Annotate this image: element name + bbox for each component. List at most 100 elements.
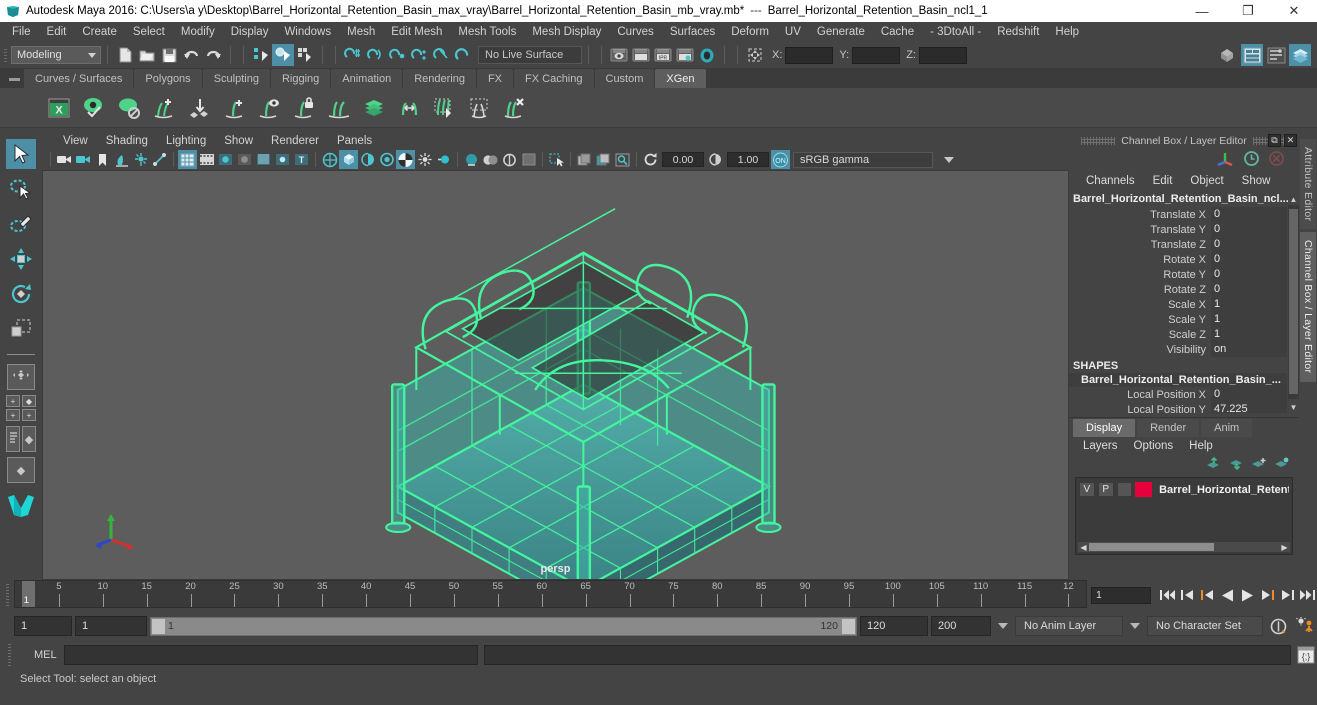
xgen-add-grow-icon[interactable]: [221, 95, 247, 121]
smooth-shade-all-icon[interactable]: [235, 150, 254, 169]
current-time-indicator[interactable]: 1: [21, 581, 35, 607]
step-forward-key-button[interactable]: [1278, 585, 1297, 605]
go-to-start-button[interactable]: [1158, 585, 1177, 605]
scroll-right-arrow-icon[interactable]: ▶: [1279, 543, 1290, 552]
z-axis-input[interactable]: [918, 46, 967, 64]
channelbox-menu-show[interactable]: Show: [1233, 174, 1280, 188]
channel-value[interactable]: 0: [1211, 237, 1287, 252]
step-back-key-button[interactable]: [1178, 585, 1197, 605]
layer-color-swatch[interactable]: [1135, 482, 1153, 497]
channel-box-scrollbar[interactable]: [1288, 205, 1299, 399]
select-region-icon[interactable]: [547, 150, 566, 169]
shelf-tab-sculpting[interactable]: Sculpting: [202, 69, 270, 88]
channelbox-menu-channels[interactable]: Channels: [1077, 174, 1144, 188]
layout-quad-tr[interactable]: ◆: [22, 395, 36, 407]
multisample-aa-icon[interactable]: [377, 150, 396, 169]
layer-menu-options[interactable]: Options: [1126, 439, 1182, 453]
anim-layer-selector[interactable]: No Anim Layer: [1015, 616, 1123, 636]
create-layer-from-selected-icon[interactable]: [1274, 457, 1289, 473]
xgen-lock-guide-icon[interactable]: [291, 95, 317, 121]
paste-view-icon[interactable]: [594, 150, 613, 169]
move-tool[interactable]: [6, 244, 36, 274]
channel-history-icon[interactable]: [1243, 150, 1260, 170]
panel-undock-icon[interactable]: ⧉: [1268, 134, 1281, 147]
render-settings-icon[interactable]: [674, 44, 696, 66]
toggle-xray-icon[interactable]: [131, 150, 150, 169]
layout-quad-br[interactable]: +: [22, 409, 36, 421]
command-line-grip[interactable]: [2, 644, 16, 666]
xgen-select-guides-icon[interactable]: [431, 95, 457, 121]
menu-uv[interactable]: UV: [777, 24, 809, 40]
chevron-down-icon[interactable]: [1130, 623, 1140, 629]
xgen-add-guides-icon[interactable]: [151, 95, 177, 121]
create-empty-layer-icon[interactable]: [1251, 457, 1266, 473]
color-management-toggle-icon[interactable]: ON: [771, 150, 790, 170]
close-button[interactable]: ✕: [1271, 0, 1317, 22]
reset-exposure-icon[interactable]: [641, 150, 660, 169]
channel-value[interactable]: 0: [1211, 252, 1287, 267]
panel-menu-show[interactable]: Show: [215, 134, 262, 148]
character-set-selector[interactable]: No Character Set: [1147, 616, 1263, 636]
channel-value[interactable]: 1: [1211, 327, 1287, 342]
layer-row[interactable]: V P Barrel_Horizontal_Retent: [1079, 481, 1289, 498]
menu-mesh-display[interactable]: Mesh Display: [524, 24, 609, 40]
new-scene-icon[interactable]: [114, 44, 136, 66]
xgen-preview-icon[interactable]: [81, 95, 107, 121]
menu-modify[interactable]: Modify: [173, 24, 223, 40]
panel-menu-lighting[interactable]: Lighting: [157, 134, 215, 148]
tab-display[interactable]: Display: [1073, 419, 1136, 437]
redo-icon[interactable]: [202, 44, 224, 66]
animation-preferences-icon[interactable]: [1293, 616, 1317, 636]
chevron-down-icon[interactable]: [998, 623, 1008, 629]
menu-3dtoall[interactable]: - 3DtoAll -: [922, 24, 989, 40]
channel-value[interactable]: 0: [1211, 207, 1287, 222]
maximize-button[interactable]: ❐: [1225, 0, 1271, 22]
gamma-reset-icon[interactable]: [706, 150, 725, 169]
layer-menu-help[interactable]: Help: [1181, 439, 1221, 453]
shelf-tab-fx-caching[interactable]: FX Caching: [514, 69, 594, 88]
snap-projected-center-icon[interactable]: [408, 44, 430, 66]
two-pane-layout[interactable]: + ◆ + +: [6, 395, 36, 421]
menu-windows[interactable]: Windows: [276, 24, 339, 40]
current-frame-field[interactable]: 1: [1091, 586, 1151, 604]
menu-select[interactable]: Select: [125, 24, 173, 40]
select-tool[interactable]: [6, 139, 36, 169]
channel-value[interactable]: 0: [1211, 222, 1287, 237]
shadows-icon[interactable]: [320, 150, 339, 169]
menu-help[interactable]: Help: [1047, 24, 1087, 40]
ipr-render-icon[interactable]: IPR: [652, 44, 674, 66]
panel-menu-panels[interactable]: Panels: [328, 134, 381, 148]
range-handle-right[interactable]: [842, 618, 855, 634]
hypershade-icon[interactable]: [696, 44, 718, 66]
channel-box-attribute-list[interactable]: Barrel_Horizontal_Retention_Basin_ncl...…: [1069, 191, 1299, 413]
toggle-xray-joints-icon[interactable]: [150, 150, 169, 169]
channelbox-menu-edit[interactable]: Edit: [1144, 174, 1182, 188]
persp-outliner-layout[interactable]: ◆: [6, 426, 36, 452]
exposure-swatch-icon[interactable]: [519, 150, 538, 169]
side-tab-channel-box[interactable]: Channel Box / Layer Editor: [1300, 232, 1316, 382]
layout-quad-tl[interactable]: +: [6, 395, 20, 407]
xray-mode-icon[interactable]: [462, 150, 481, 169]
four-view-layout[interactable]: [7, 364, 35, 390]
time-slider[interactable]: 1 5 10 15 20 25 30 35 40 45 50 55 60 65 70 75 80 85 90 95 1…: [14, 580, 1087, 608]
color-management-selector[interactable]: sRGB gamma: [793, 151, 954, 168]
menu-create[interactable]: Create: [74, 24, 125, 40]
snap-curve-icon[interactable]: [364, 44, 386, 66]
layer-display-type-toggle[interactable]: [1116, 482, 1133, 497]
xgen-editor-icon[interactable]: X: [46, 95, 72, 121]
ambient-occlusion-icon[interactable]: [339, 150, 358, 170]
menu-display[interactable]: Display: [223, 24, 277, 40]
snap-view-plane-icon[interactable]: [430, 44, 452, 66]
shelf-tab-xgen[interactable]: XGen: [655, 69, 706, 88]
scrollbar-thumb[interactable]: [1089, 543, 1214, 551]
shelf-tab-custom[interactable]: Custom: [594, 69, 655, 88]
layout-outliner-pane[interactable]: [6, 426, 20, 452]
paint-select-tool[interactable]: [6, 209, 36, 239]
render-current-frame-icon[interactable]: [608, 44, 630, 66]
open-scene-icon[interactable]: [136, 44, 158, 66]
tab-render[interactable]: Render: [1137, 419, 1200, 437]
xgen-layers-icon[interactable]: [361, 95, 387, 121]
side-tab-attribute-editor[interactable]: Attribute Editor: [1300, 139, 1316, 230]
layer-menu-layers[interactable]: Layers: [1075, 439, 1126, 453]
anim-end-field[interactable]: 200: [931, 616, 991, 636]
